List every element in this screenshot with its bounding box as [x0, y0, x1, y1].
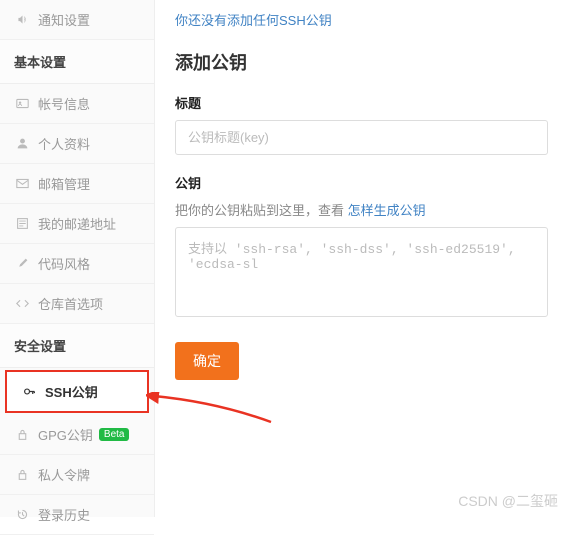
id-card-icon [14, 97, 30, 110]
address-icon [14, 217, 30, 230]
label: GPG公钥 [38, 425, 93, 444]
envelope-icon [14, 177, 30, 190]
sidebar-item-notify-settings[interactable]: 通知设置 [0, 0, 154, 40]
sidebar-item-email-mgmt[interactable]: 邮箱管理 [0, 164, 154, 204]
lock-icon [14, 468, 30, 481]
key-label: 公钥 [175, 173, 548, 192]
watermark: CSDN @二玺砸 [458, 491, 558, 511]
key-icon [21, 385, 37, 398]
history-icon [14, 508, 30, 521]
sidebar-header-security: 安全设置 [0, 324, 154, 368]
sidebar-item-repo-pref[interactable]: 仓库首选项 [0, 284, 154, 324]
main: 你还没有添加任何SSH公钥 添加公钥 标题 公钥 把你的公钥粘贴到这里，查看 怎… [155, 0, 568, 517]
volume-icon [14, 13, 30, 26]
sidebar-item-account-info[interactable]: 帐号信息 [0, 84, 154, 124]
label: 仓库首选项 [38, 294, 103, 313]
lock-icon [14, 428, 30, 441]
label: 我的邮递地址 [38, 214, 116, 233]
label: 个人资料 [38, 134, 90, 153]
key-title-input[interactable] [175, 120, 548, 155]
label: 代码风格 [38, 254, 90, 273]
sidebar-item-gpg-keys[interactable]: GPG公钥 Beta [0, 415, 154, 455]
key-content-input[interactable] [175, 227, 548, 317]
sidebar-item-profile[interactable]: 个人资料 [0, 124, 154, 164]
sidebar-item-code-style[interactable]: 代码风格 [0, 244, 154, 284]
label: 通知设置 [38, 10, 90, 29]
code-icon [14, 297, 30, 310]
brush-icon [14, 257, 30, 270]
title-label: 标题 [175, 93, 548, 112]
label: 私人令牌 [38, 465, 90, 484]
label: SSH公钥 [45, 382, 98, 401]
sidebar: 通知设置 基本设置 帐号信息 个人资料 邮箱管理 我的邮递地址 代码风格 仓库首… [0, 0, 155, 517]
label: 登录历史 [38, 505, 90, 524]
empty-banner: 你还没有添加任何SSH公钥 [175, 10, 548, 29]
sidebar-item-ssh-keys[interactable]: SSH公钥 [5, 370, 149, 413]
beta-badge: Beta [99, 428, 130, 441]
generate-key-link[interactable]: 怎样生成公钥 [348, 203, 426, 218]
sidebar-item-login-history[interactable]: 登录历史 [0, 495, 154, 535]
user-icon [14, 137, 30, 150]
page-title: 添加公钥 [175, 49, 548, 75]
sidebar-item-tokens[interactable]: 私人令牌 [0, 455, 154, 495]
label: 帐号信息 [38, 94, 90, 113]
sidebar-header-basic: 基本设置 [0, 40, 154, 84]
submit-button[interactable]: 确定 [175, 342, 239, 380]
hint-text: 把你的公钥粘贴到这里，查看 [175, 203, 348, 218]
label: 邮箱管理 [38, 174, 90, 193]
sidebar-item-my-email-addr[interactable]: 我的邮递地址 [0, 204, 154, 244]
key-hint: 把你的公钥粘贴到这里，查看 怎样生成公钥 [175, 200, 548, 219]
